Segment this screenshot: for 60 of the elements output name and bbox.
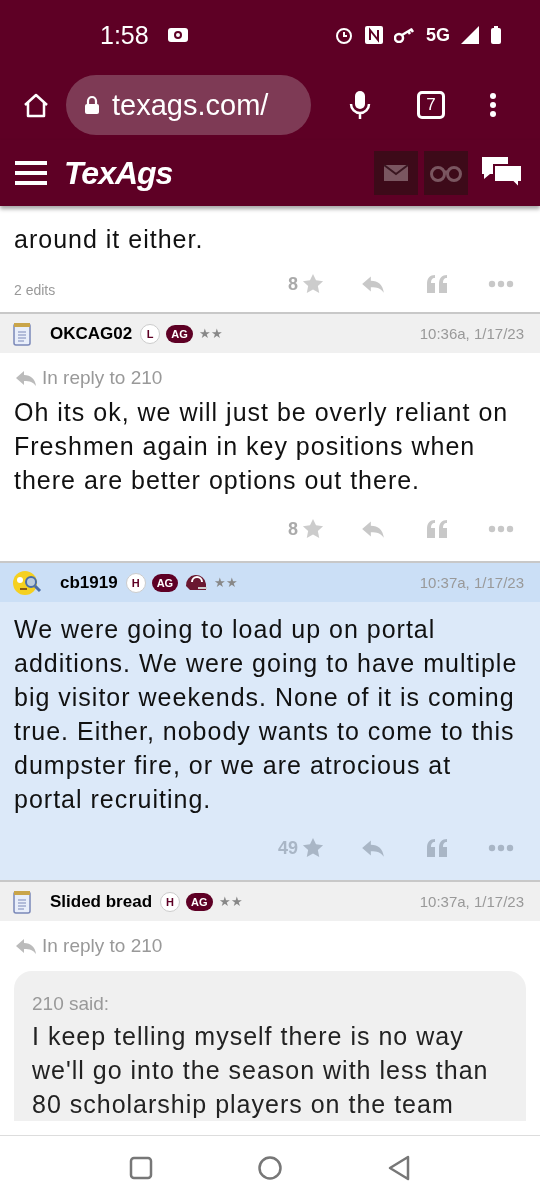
- binoculars-button[interactable]: [424, 151, 468, 195]
- clock-time: 1:58: [100, 20, 149, 50]
- binoculars-icon: [430, 164, 462, 182]
- post-body: We were going to load up on portal additions. We were going to have multiple big visitor weekends. None of it is coming true. Either, nobody wants to come to this dumpster fire, or we are atrocious at portal recruiting.: [14, 614, 519, 815]
- recent-apps-icon[interactable]: [129, 1156, 153, 1180]
- home-icon[interactable]: [22, 91, 50, 119]
- post-body: around it either.: [14, 224, 205, 255]
- user-badge: AG: [186, 892, 213, 911]
- quote-text: I keep telling myself there is no way we'll go into the season with less than 80 scholarship players on the team: [32, 1021, 490, 1120]
- site-logo[interactable]: TexAgs: [64, 154, 173, 192]
- alarm-icon: [334, 25, 354, 45]
- magnifier-emoji-icon: [12, 568, 42, 597]
- post-time: 10:36a, 1/17/23: [419, 325, 524, 342]
- post-time: 10:37a, 1/17/23: [419, 893, 524, 910]
- more-icon[interactable]: [488, 525, 514, 533]
- more-icon[interactable]: [488, 844, 514, 852]
- star-icon: [302, 837, 324, 859]
- user-badge: AG: [166, 324, 193, 343]
- battery-icon: [490, 25, 502, 45]
- star-icon: [302, 273, 324, 295]
- quote-icon[interactable]: [426, 838, 448, 858]
- rank-stars: ★★: [214, 575, 239, 590]
- user-badge: L: [140, 323, 161, 344]
- rank-stars: ★★: [218, 894, 243, 909]
- more-icon[interactable]: [488, 280, 514, 288]
- reply-icon[interactable]: [360, 519, 386, 539]
- username[interactable]: cb1919: [60, 572, 118, 593]
- messages-button[interactable]: [374, 151, 418, 195]
- menu-icon[interactable]: [14, 160, 48, 186]
- notepad-icon: [12, 889, 32, 914]
- more-menu-icon[interactable]: [489, 92, 497, 118]
- quote-author: 210 said:: [32, 993, 111, 1015]
- network-type: 5G: [426, 24, 450, 46]
- post-body: Oh its ok, we will just be overly reliant on Freshmen again in key positions when there are better options out there.: [14, 397, 510, 496]
- notepad-icon: [12, 321, 32, 346]
- microphone-icon[interactable]: [349, 90, 371, 120]
- lock-icon: [84, 95, 100, 115]
- address-bar[interactable]: texags.com/: [66, 75, 311, 135]
- reply-icon[interactable]: [360, 274, 386, 294]
- rank-stars: ★★: [198, 326, 223, 341]
- reply-arrow-icon: [14, 369, 38, 387]
- nfc-icon: [364, 25, 384, 45]
- quote-icon[interactable]: [426, 274, 448, 294]
- signal-icon: [460, 25, 480, 45]
- user-badge: AG: [151, 573, 179, 592]
- quote-icon[interactable]: [426, 519, 448, 539]
- username[interactable]: OKCAG02: [50, 323, 133, 344]
- key-icon: [394, 27, 416, 43]
- username[interactable]: Slided bread: [50, 891, 153, 912]
- reply-arrow-icon: [14, 937, 38, 955]
- tab-count-button[interactable]: 7: [417, 91, 445, 119]
- user-badge: H: [125, 572, 146, 593]
- back-icon[interactable]: [387, 1155, 411, 1181]
- envelope-icon: [383, 164, 409, 182]
- user-badge: H: [160, 891, 181, 912]
- screen-record-icon: [166, 27, 189, 43]
- post-time: 10:37a, 1/17/23: [419, 574, 524, 591]
- star-icon: [302, 518, 324, 540]
- home-circle-icon[interactable]: [257, 1155, 283, 1181]
- reply-icon[interactable]: [360, 838, 386, 858]
